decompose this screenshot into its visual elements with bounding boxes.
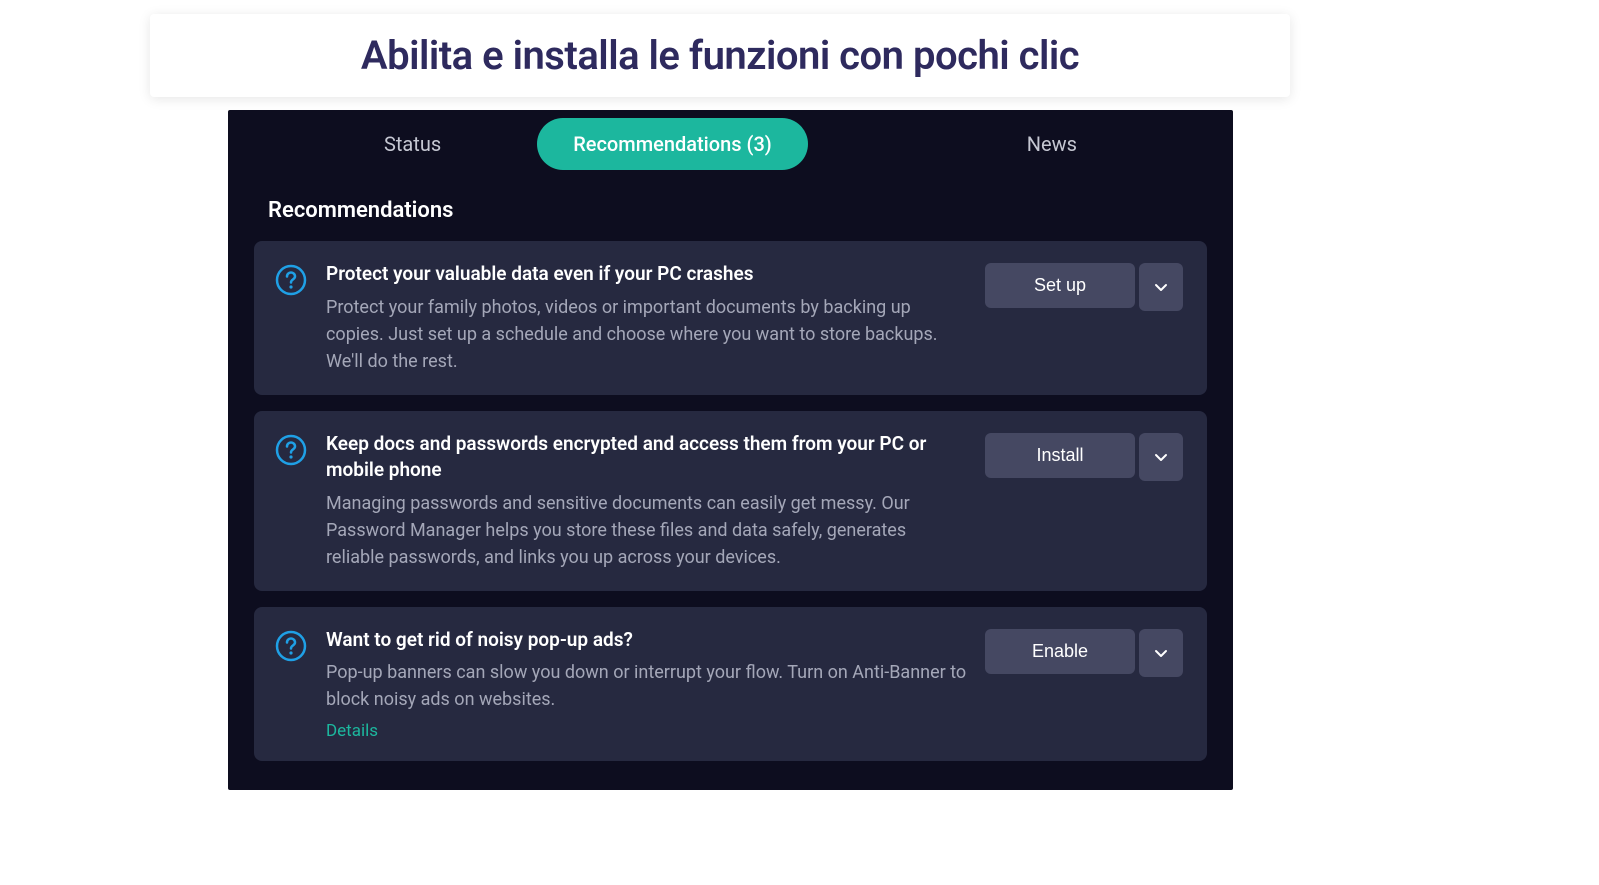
recommendation-actions: Install [985, 433, 1183, 481]
enable-button[interactable]: Enable [985, 629, 1135, 674]
recommendation-title: Protect your valuable data even if your … [326, 261, 967, 288]
question-icon [274, 263, 308, 297]
chevron-down-icon [1153, 645, 1169, 661]
recommendation-card: Keep docs and passwords encrypted and ac… [254, 411, 1207, 591]
recommendation-actions: Enable [985, 629, 1183, 677]
question-icon [274, 629, 308, 663]
setup-button[interactable]: Set up [985, 263, 1135, 308]
recommendation-content: Keep docs and passwords encrypted and ac… [326, 431, 967, 571]
recommendation-description: Pop-up banners can slow you down or inte… [326, 659, 967, 713]
app-window: Status Recommendations (3) News Recommen… [228, 110, 1233, 790]
tab-news[interactable]: News [991, 118, 1113, 170]
banner-title: Abilita e installa le funzioni con pochi… [190, 32, 1250, 79]
recommendation-card: Protect your valuable data even if your … [254, 241, 1207, 395]
chevron-down-icon [1153, 279, 1169, 295]
recommendation-content: Protect your valuable data even if your … [326, 261, 967, 375]
section-title: Recommendations [228, 170, 1233, 241]
chevron-down-icon [1153, 449, 1169, 465]
tab-bar: Status Recommendations (3) News [228, 110, 1233, 170]
overlay-banner: Abilita e installa le funzioni con pochi… [150, 14, 1290, 97]
recommendations-list: Protect your valuable data even if your … [228, 241, 1233, 761]
tab-status[interactable]: Status [348, 118, 477, 170]
details-link[interactable]: Details [326, 721, 967, 741]
recommendation-actions: Set up [985, 263, 1183, 311]
tab-recommendations[interactable]: Recommendations (3) [537, 118, 808, 170]
recommendation-title: Want to get rid of noisy pop-up ads? [326, 627, 967, 654]
action-dropdown-button[interactable] [1139, 629, 1183, 677]
recommendation-description: Managing passwords and sensitive documen… [326, 490, 967, 571]
action-dropdown-button[interactable] [1139, 263, 1183, 311]
recommendation-title: Keep docs and passwords encrypted and ac… [326, 431, 967, 484]
question-icon [274, 433, 308, 467]
recommendation-card: Want to get rid of noisy pop-up ads? Pop… [254, 607, 1207, 762]
recommendation-content: Want to get rid of noisy pop-up ads? Pop… [326, 627, 967, 742]
action-dropdown-button[interactable] [1139, 433, 1183, 481]
recommendation-description: Protect your family photos, videos or im… [326, 294, 967, 375]
install-button[interactable]: Install [985, 433, 1135, 478]
